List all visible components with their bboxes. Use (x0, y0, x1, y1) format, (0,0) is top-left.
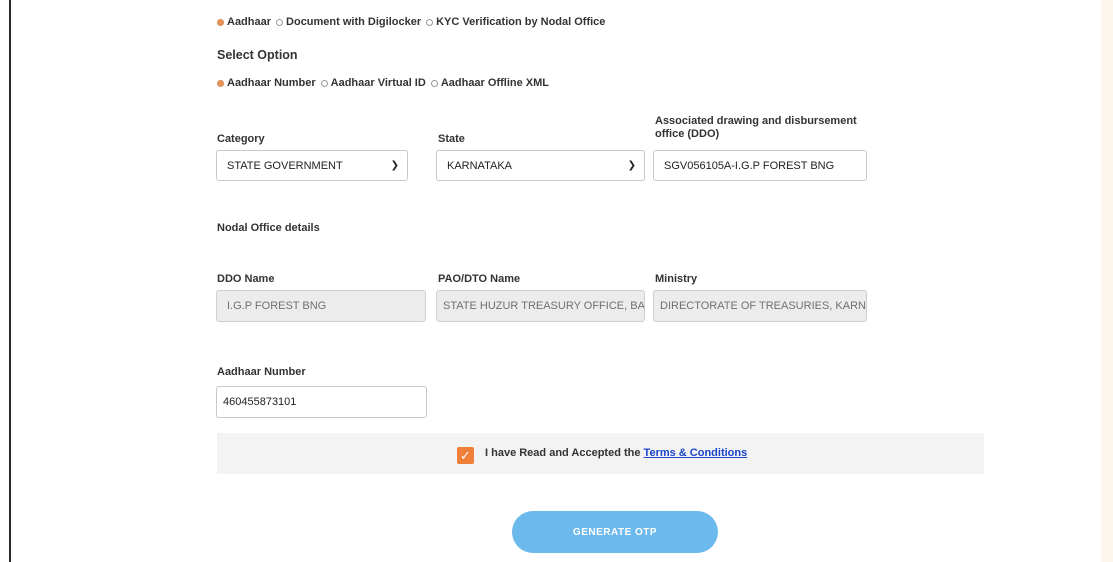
aadhaar-number-value: 460455873101 (223, 396, 297, 408)
ministry-label: Ministry (655, 273, 698, 285)
aadhaar-option-group: Aadhaar Number Aadhaar Virtual ID Aadhaa… (217, 77, 554, 89)
category-select[interactable]: STATE GOVERNMENT ❯ (216, 150, 408, 181)
aadhaar-number-label: Aadhaar Number (217, 366, 306, 378)
radio-kyc-nodal[interactable]: KYC Verification by Nodal Office (426, 16, 605, 28)
pao-dto-name-label: PAO/DTO Name (438, 273, 521, 285)
radio-aadhaar-number[interactable]: Aadhaar Number (217, 77, 316, 89)
radio-unselected-icon[interactable] (430, 79, 438, 87)
nodal-office-heading: Nodal Office details (217, 222, 320, 234)
radio-aadhaar[interactable]: Aadhaar (217, 16, 271, 28)
state-label: State (438, 133, 465, 145)
radio-unselected-icon[interactable] (276, 18, 284, 26)
category-label: Category (217, 133, 265, 145)
ddo-name-label: DDO Name (217, 273, 275, 285)
radio-label: Aadhaar Number (227, 77, 316, 89)
state-value: KARNATAKA (447, 159, 512, 172)
category-value: STATE GOVERNMENT (227, 159, 343, 172)
radio-unselected-icon[interactable] (426, 18, 434, 26)
ddo-input[interactable]: SGV056105A-I.G.P FOREST BNG (653, 150, 867, 181)
ddo-value: SGV056105A-I.G.P FOREST BNG (664, 159, 835, 172)
radio-aadhaar-offline-xml[interactable]: Aadhaar Offline XML (430, 77, 549, 89)
right-panel-edge (1101, 0, 1113, 562)
radio-label: KYC Verification by Nodal Office (436, 16, 606, 28)
chevron-down-icon: ❯ (627, 160, 636, 171)
ddo-name-field: I.G.P FOREST BNG (216, 290, 426, 322)
terms-link[interactable]: Terms & Conditions (644, 447, 748, 459)
aadhaar-number-input[interactable]: 460455873101 (216, 386, 427, 418)
ddo-label: Associated drawing and disbursement offi… (655, 115, 857, 140)
chevron-down-icon: ❯ (390, 160, 399, 171)
select-option-heading: Select Option (217, 48, 298, 62)
ddo-name-value: I.G.P FOREST BNG (227, 300, 327, 312)
radio-unselected-icon[interactable] (320, 79, 328, 87)
generate-otp-button[interactable]: GENERATE OTP (512, 511, 718, 553)
radio-digilocker[interactable]: Document with Digilocker (276, 16, 421, 28)
verification-method-group: Aadhaar Document with Digilocker KYC Ver… (217, 16, 610, 28)
radio-aadhaar-virtual-id[interactable]: Aadhaar Virtual ID (320, 77, 426, 89)
pao-dto-name-value: STATE HUZUR TREASURY OFFICE, BAN (443, 300, 645, 312)
radio-label: Aadhaar Virtual ID (330, 77, 426, 89)
radio-selected-icon[interactable] (217, 79, 224, 87)
terms-checkbox[interactable]: ✓ (457, 447, 474, 464)
pao-dto-name-field: STATE HUZUR TREASURY OFFICE, BAN (436, 290, 645, 322)
ministry-field: DIRECTORATE OF TREASURIES, KARNA (653, 290, 867, 322)
radio-label: Aadhaar (227, 16, 272, 28)
ministry-value: DIRECTORATE OF TREASURIES, KARNA (660, 300, 867, 312)
radio-label: Document with Digilocker (286, 16, 422, 28)
radio-selected-icon[interactable] (217, 18, 224, 26)
terms-text: I have Read and Accepted the Terms & Con… (485, 447, 747, 459)
state-select[interactable]: KARNATAKA ❯ (436, 150, 645, 181)
terms-prefix: I have Read and Accepted the (485, 447, 641, 459)
radio-label: Aadhaar Offline XML (440, 77, 549, 89)
checkmark-icon: ✓ (460, 448, 471, 463)
page-border (9, 0, 11, 562)
